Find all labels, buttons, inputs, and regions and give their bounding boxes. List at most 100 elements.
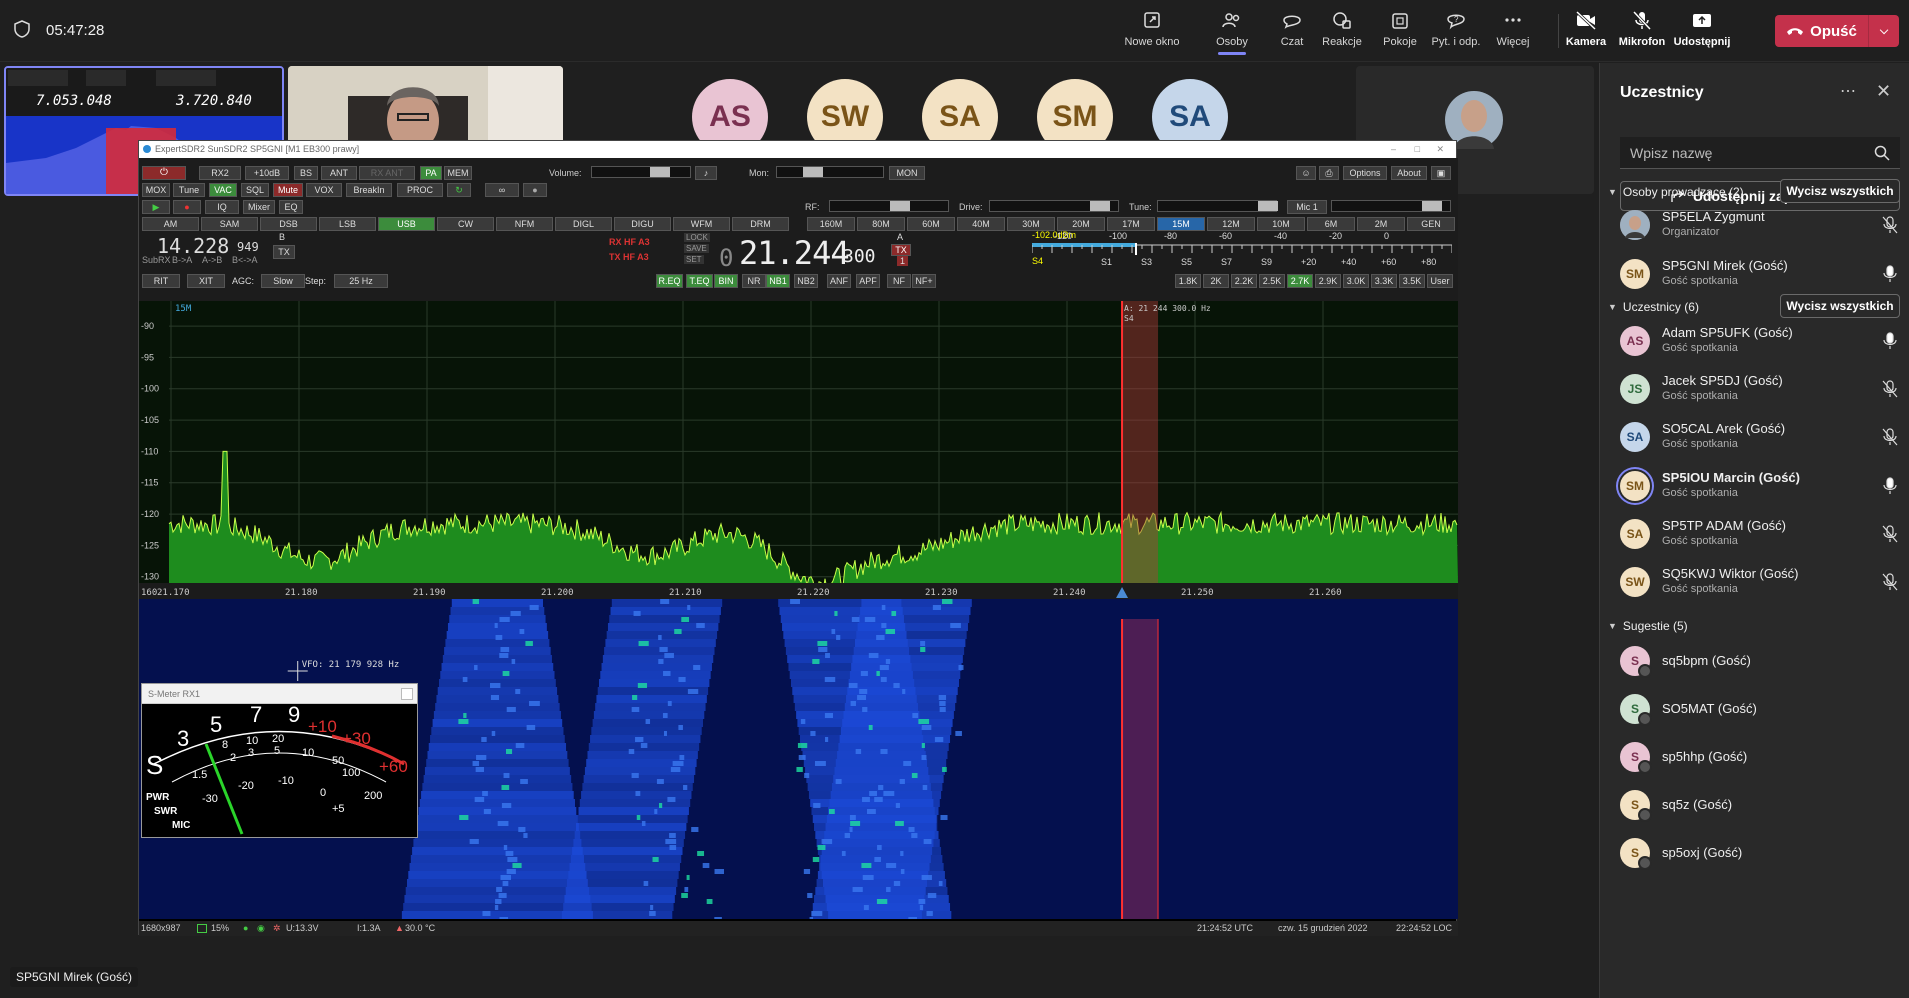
band-15m[interactable]: 15M <box>1157 217 1205 231</box>
participant-list-item[interactable]: SM SP5IOU Marcin (Gość) Gość spotkania <box>1620 466 1905 510</box>
sdr-btn-sql[interactable]: SQL <box>241 183 269 197</box>
band-6m[interactable]: 6M <box>1307 217 1355 231</box>
monitor-slider[interactable] <box>776 166 884 178</box>
vfo-a-frequency-small[interactable]: 300 <box>843 246 876 267</box>
filter-2k[interactable]: 2K <box>1203 274 1229 288</box>
vfo-a-tx-button[interactable]: TX <box>891 244 911 256</box>
filter-22k[interactable]: 2.2K <box>1231 274 1257 288</box>
band-12m[interactable]: 12M <box>1207 217 1255 231</box>
dsp-nr[interactable]: NR <box>742 274 766 288</box>
monitor-button[interactable]: MON <box>889 166 925 180</box>
toolbar-button-new-window[interactable]: Nowe okno <box>1121 10 1183 48</box>
maximize-icon[interactable]: □ <box>1415 141 1420 158</box>
mute-all-button[interactable]: Wycisz wszystkich <box>1780 179 1900 203</box>
toolbar-button-mic-off[interactable]: Mikrofon <box>1611 10 1673 48</box>
mode-digu[interactable]: DIGU <box>614 217 671 231</box>
close-icon[interactable]: ✕ <box>1436 141 1444 158</box>
mode-digl[interactable]: DIGL <box>555 217 612 231</box>
user-icon[interactable]: ☺ <box>1296 166 1316 180</box>
mic-off-icon[interactable] <box>1882 428 1898 446</box>
vfo-b-frequency-small[interactable]: 949 <box>237 240 259 254</box>
mode-sam[interactable]: SAM <box>201 217 258 231</box>
expertsdr-window[interactable]: ExpertSDR2 SunSDR2 SP5GNI [M1 EB300 praw… <box>138 140 1458 936</box>
band-60m[interactable]: 60M <box>907 217 955 231</box>
more-options-icon[interactable]: ⋯ <box>1840 81 1856 101</box>
suggestions-section[interactable]: ▼ Sugestie (5) <box>1608 619 1688 633</box>
sdr-select-rit[interactable]: RIT <box>142 274 180 288</box>
participant-list-item[interactable]: JS Jacek SP5DJ (Gość) Gość spotkania <box>1620 369 1905 413</box>
sdr-btn-ant[interactable]: ANT <box>321 166 357 180</box>
mode-cw[interactable]: CW <box>437 217 494 231</box>
band-160m[interactable]: 160M <box>807 217 855 231</box>
slider-thumb[interactable] <box>1422 201 1442 211</box>
vfo-b-tx-button[interactable]: TX <box>273 245 295 259</box>
mode-nfm[interactable]: NFM <box>496 217 553 231</box>
passband-marker[interactable] <box>1122 301 1159 583</box>
power-button[interactable]: ⏻ <box>142 166 186 180</box>
printer-icon[interactable]: ⎙ <box>1319 166 1339 180</box>
mic-icon[interactable] <box>1882 265 1898 283</box>
slider-thumb[interactable] <box>803 167 823 177</box>
slider-thumb[interactable] <box>1258 201 1278 211</box>
toolbar-button-more[interactable]: Więcej <box>1482 10 1544 48</box>
sdr-select-slow[interactable]: Slow <box>261 274 305 288</box>
search-icon[interactable] <box>1874 145 1890 161</box>
participant-list-item[interactable]: Ssp5hhp (Gość) <box>1620 737 1905 781</box>
filter-33k[interactable]: 3.3K <box>1371 274 1397 288</box>
sdr-btn-bs[interactable]: BS <box>294 166 318 180</box>
band-17m[interactable]: 17M <box>1107 217 1155 231</box>
participant-list-item[interactable]: Ssp5oxj (Gość) <box>1620 833 1905 877</box>
participant-list-item[interactable]: AS Adam SP5UFK (Gość) Gość spotkania <box>1620 321 1905 365</box>
toolbar-button-qa[interactable]: ? Pyt. i odp. <box>1425 10 1487 48</box>
sdr-btn-pa[interactable]: PA <box>420 166 442 180</box>
s-meter-window[interactable]: S-Meter RX1 S 3 5 7 9 +10 +30 +60 1.5 2 … <box>141 683 418 838</box>
band-10m[interactable]: 10M <box>1257 217 1305 231</box>
participant-list-item[interactable]: Ssq5z (Gość) <box>1620 785 1905 829</box>
sdr-btn-mixer[interactable]: Mixer <box>243 200 275 214</box>
sdr-btn-rx2[interactable]: RX2 <box>199 166 241 180</box>
participant-list-item[interactable]: SP5ELA Zygmunt Organizator <box>1620 205 1905 249</box>
filter-27k[interactable]: 2.7K <box>1287 274 1313 288</box>
sdr-btn-iq[interactable]: IQ <box>205 200 239 214</box>
mode-am[interactable]: AM <box>142 217 199 231</box>
presenters-section[interactable]: ▼ Osoby prowadzące (2) <box>1608 185 1744 199</box>
mic-off-icon[interactable] <box>1882 216 1898 234</box>
dsp-req[interactable]: R.EQ <box>656 274 683 288</box>
sync-button[interactable]: ↻ <box>447 183 471 197</box>
filter-18k[interactable]: 1.8K <box>1175 274 1201 288</box>
rf-slider[interactable] <box>829 200 949 212</box>
band-2m[interactable]: 2M <box>1357 217 1405 231</box>
sdr-btn-10db[interactable]: +10dB <box>245 166 289 180</box>
dsp-nf[interactable]: NF <box>887 274 911 288</box>
sdr-btn-vox[interactable]: VOX <box>306 183 342 197</box>
sdr-btn-mox[interactable]: MOX <box>142 183 170 197</box>
mode-usb[interactable]: USB <box>378 217 435 231</box>
mic-off-icon[interactable] <box>1882 525 1898 543</box>
filter-user[interactable]: User <box>1427 274 1453 288</box>
sdr-btn-mem[interactable]: MEM <box>444 166 472 180</box>
sdr-btn-breakin[interactable]: BreakIn <box>346 183 392 197</box>
dsp-anf[interactable]: ANF <box>827 274 851 288</box>
volume-slider[interactable] <box>591 166 691 178</box>
toolbar-button-rooms[interactable]: Pokoje <box>1369 10 1431 48</box>
dsp-nb1[interactable]: NB1 <box>766 274 790 288</box>
filter-35k[interactable]: 3.5K <box>1399 274 1425 288</box>
slider-thumb[interactable] <box>1090 201 1110 211</box>
sdr-btn-mute[interactable]: Mute <box>273 183 303 197</box>
sdr-btn-proc[interactable]: PROC <box>397 183 443 197</box>
attendees-section[interactable]: ▼ Uczestnicy (6) <box>1608 300 1699 314</box>
options-button[interactable]: Options <box>1343 166 1387 180</box>
slider-thumb[interactable] <box>650 167 670 177</box>
sdr-btn-rxant[interactable]: RX ANT <box>359 166 415 180</box>
participant-list-item[interactable]: SW SQ5KWJ Wiktor (Gość) Gość spotkania <box>1620 562 1905 606</box>
sdr-btn-eq[interactable]: EQ <box>279 200 303 214</box>
tape-button[interactable]: ∞ <box>485 183 519 197</box>
sdr-select-25hz[interactable]: 25 Hz <box>334 274 388 288</box>
sdr-select-xit[interactable]: XIT <box>187 274 225 288</box>
mic-input-select[interactable]: Mic 1 <box>1287 200 1327 214</box>
drive-slider[interactable] <box>989 200 1119 212</box>
band-80m[interactable]: 80M <box>857 217 905 231</box>
band-20m[interactable]: 20M <box>1057 217 1105 231</box>
chevron-down-icon[interactable]: ⌵ <box>1869 25 1899 38</box>
speaker-button[interactable]: ♪ <box>695 166 717 180</box>
